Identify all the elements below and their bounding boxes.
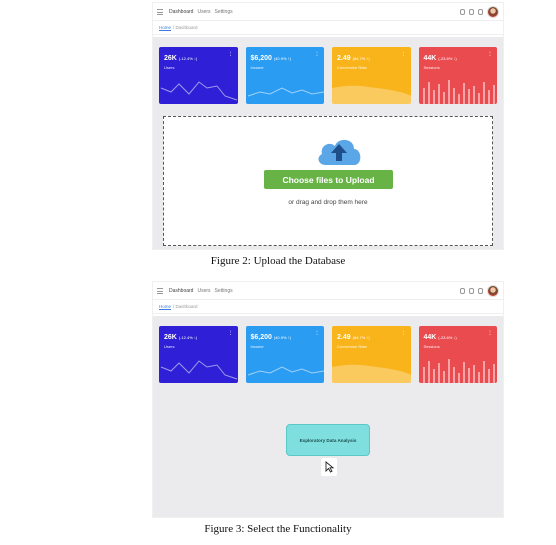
bar-sparkline (422, 80, 495, 104)
stat-delta: (-23.6% ↓) (438, 335, 457, 340)
stat-delta: (-23.6% ↓) (438, 56, 457, 61)
stat-value: 44K (423, 334, 437, 341)
breadcrumb-home[interactable]: Home (159, 304, 171, 309)
stat-delta: (84.7% ↑) (352, 335, 370, 340)
avatar[interactable] (487, 284, 499, 297)
stat-cards: 26K (-12.4% ↓) Users ⋮ $6,200 (40.9% ↑) … (153, 316, 503, 383)
kebab-icon[interactable]: ⋮ (401, 51, 407, 57)
bell-icon[interactable] (460, 287, 465, 294)
top-navbar: Dashboard Users Settings (153, 3, 503, 21)
stat-label: Conversion Rate (337, 344, 367, 349)
breadcrumb-home[interactable]: Home (159, 25, 171, 30)
kebab-icon[interactable]: ⋮ (228, 330, 234, 336)
figure-caption: Figure 3: Select the Functionality (204, 523, 352, 535)
sparkline-chart (160, 360, 238, 380)
nav-users[interactable]: Users (197, 288, 210, 294)
breadcrumb-current: Dashboard (175, 304, 198, 309)
stat-value: $6,200 (250, 334, 272, 341)
stat-label: Sessions (423, 65, 440, 70)
stat-card-users: 26K (-12.4% ↓) Users ⋮ (159, 326, 238, 383)
area-chart (332, 364, 411, 383)
figure-caption: Figure 2: Upload the Database (210, 255, 346, 267)
stat-label: Users (164, 65, 175, 70)
sparkline-chart (247, 366, 324, 376)
stat-card-conversion: 2.49 (84.7% ↑) Conversion Rate ⋮ (332, 326, 411, 383)
stat-delta: (-12.4% ↓) (178, 56, 198, 61)
kebab-icon[interactable]: ⋮ (487, 51, 493, 57)
avatar[interactable] (487, 5, 499, 18)
main-content: 26K (-12.4% ↓) Users ⋮ $6,200 (40.9% ↑) … (153, 37, 503, 249)
grid-icon[interactable] (469, 287, 474, 294)
stat-card-users: 26K (-12.4% ↓) Users ⋮ (159, 47, 238, 104)
stat-cards: 26K (-12.4% ↓) Users ⋮ $6,200 (40.9% ↑) … (153, 37, 503, 104)
stat-card-conversion: 2.49 (84.7% ↑) Conversion Rate ⋮ (332, 47, 411, 104)
stat-value: 26K (164, 55, 177, 62)
stat-value: 2.49 (337, 334, 351, 341)
stat-label: Income (250, 65, 264, 70)
exploratory-data-analysis-button[interactable]: Exploratory Data Analysis (286, 424, 370, 456)
stat-delta: (40.9% ↑) (273, 335, 291, 340)
grid-icon[interactable] (469, 8, 474, 15)
stat-label: Users (164, 344, 175, 349)
stat-value: 26K (164, 334, 177, 341)
nav-dashboard[interactable]: Dashboard (169, 9, 193, 15)
breadcrumb-current: Dashboard (175, 25, 198, 30)
top-navbar: Dashboard Users Settings (153, 282, 503, 300)
sparkline-chart (247, 87, 324, 97)
file-dropzone[interactable]: Choose files to Upload or drag and drop … (163, 116, 493, 246)
stat-label: Conversion Rate (337, 65, 367, 70)
stat-value: 2.49 (337, 55, 351, 62)
main-content: 26K (-12.4% ↓) Users ⋮ $6,200 (40.9% ↑) … (153, 316, 503, 517)
nav-users[interactable]: Users (197, 9, 210, 15)
stat-card-sessions: 44K (-23.6% ↓) Sessions ⋮ (418, 47, 497, 104)
upload-screenshot: Dashboard Users Settings Home / Dashboar… (152, 2, 504, 250)
stat-card-income: $6,200 (40.9% ↑) Income ⋮ (245, 326, 324, 383)
drag-drop-hint: or drag and drop them here (288, 199, 368, 206)
stat-card-sessions: 44K (-23.6% ↓) Sessions ⋮ (418, 326, 497, 383)
stat-value: 44K (423, 55, 437, 62)
menu-icon[interactable] (157, 287, 163, 294)
stat-delta: (-12.4% ↓) (178, 335, 198, 340)
stat-delta: (84.7% ↑) (352, 56, 370, 61)
breadcrumb: Home / Dashboard (153, 300, 503, 314)
stat-card-income: $6,200 (40.9% ↑) Income ⋮ (245, 47, 324, 104)
menu-icon[interactable] (157, 8, 163, 15)
stat-value: $6,200 (250, 55, 272, 62)
kebab-icon[interactable]: ⋮ (314, 330, 320, 336)
nav-settings[interactable]: Settings (215, 9, 233, 15)
choose-files-button[interactable]: Choose files to Upload (264, 170, 393, 189)
stat-label: Income (250, 344, 264, 349)
lock-icon[interactable] (478, 8, 483, 15)
stat-label: Sessions (423, 344, 440, 349)
area-chart (332, 85, 411, 104)
bell-icon[interactable] (460, 8, 465, 15)
kebab-icon[interactable]: ⋮ (401, 330, 407, 336)
kebab-icon[interactable]: ⋮ (228, 51, 234, 57)
stat-delta: (40.9% ↑) (273, 56, 291, 61)
functionality-screenshot: Dashboard Users Settings Home / Dashboar… (152, 281, 504, 518)
kebab-icon[interactable]: ⋮ (314, 51, 320, 57)
lock-icon[interactable] (478, 287, 483, 294)
nav-dashboard[interactable]: Dashboard (169, 288, 193, 294)
mouse-cursor-icon (321, 458, 337, 476)
breadcrumb: Home / Dashboard (153, 21, 503, 35)
bar-sparkline (422, 359, 495, 383)
sparkline-chart (160, 81, 238, 101)
kebab-icon[interactable]: ⋮ (487, 330, 493, 336)
cloud-upload-icon (318, 139, 361, 165)
nav-settings[interactable]: Settings (215, 288, 233, 294)
